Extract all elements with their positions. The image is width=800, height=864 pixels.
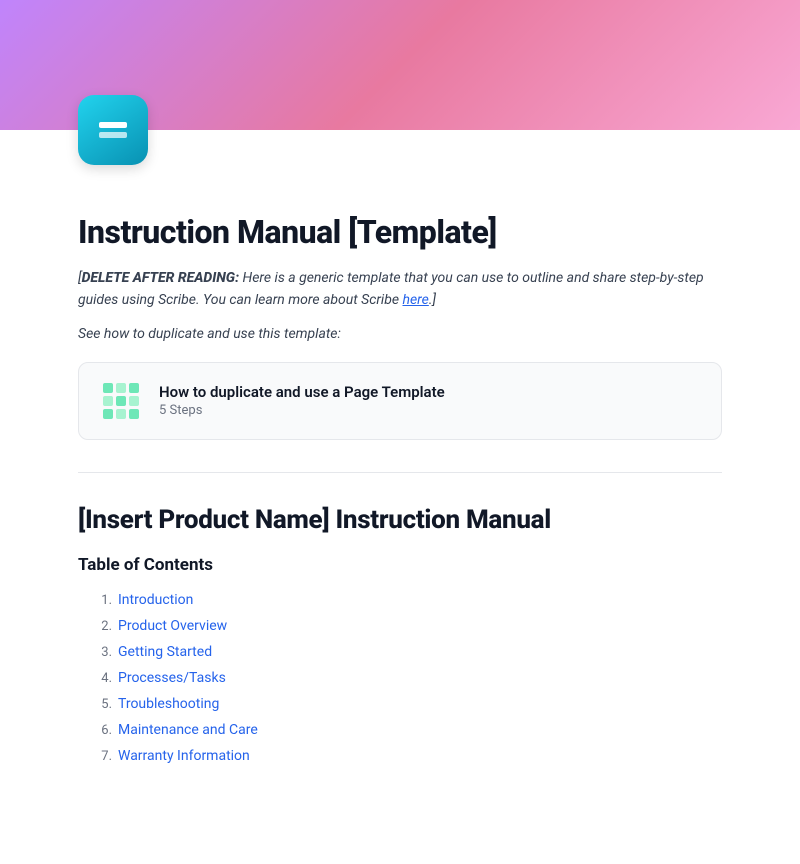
toc-list: 1. Introduction 2. Product Overview 3. Gettin…: [78, 587, 722, 769]
toc-item-link[interactable]: Processes/Tasks: [118, 670, 226, 686]
toc-item[interactable]: 4. Processes/Tasks: [78, 665, 722, 691]
toc-item-number: 3.: [94, 645, 112, 660]
toc-item-number: 1.: [94, 593, 112, 608]
toc-item[interactable]: 3. Getting Started: [78, 639, 722, 665]
template-card-icon: [99, 379, 143, 423]
delete-label: DELETE AFTER READING:: [82, 270, 239, 286]
app-icon: [78, 95, 148, 165]
toc-item-number: 6.: [94, 723, 112, 738]
see-how-text: See how to duplicate and use this templa…: [78, 326, 722, 342]
toc-item-link[interactable]: Maintenance and Care: [118, 722, 258, 738]
template-card[interactable]: How to duplicate and use a Page Template…: [78, 362, 722, 440]
toc-item-link[interactable]: Getting Started: [118, 644, 212, 660]
manual-section-title: [Insert Product Name] Instruction Manual: [78, 505, 722, 535]
toc-item-number: 2.: [94, 619, 112, 634]
template-card-title: How to duplicate and use a Page Template: [159, 383, 445, 401]
toc-item-number: 4.: [94, 671, 112, 686]
toc-item-link[interactable]: Warranty Information: [118, 748, 250, 764]
toc-item[interactable]: 7. Warranty Information: [78, 743, 722, 769]
delete-notice: [DELETE AFTER READING: Here is a generic…: [78, 267, 722, 312]
toc-heading: Table of Contents: [78, 555, 722, 575]
template-card-info: How to duplicate and use a Page Template…: [159, 383, 445, 418]
scribe-link[interactable]: here: [402, 292, 428, 308]
toc-item[interactable]: 5. Troubleshooting: [78, 691, 722, 717]
main-title: Instruction Manual [Template]: [78, 213, 722, 251]
toc-item[interactable]: 6. Maintenance and Care: [78, 717, 722, 743]
template-card-steps: 5 Steps: [159, 403, 445, 418]
section-divider: [78, 472, 722, 473]
toc-item-number: 5.: [94, 697, 112, 712]
toc-item-link[interactable]: Product Overview: [118, 618, 227, 634]
toc-item[interactable]: 2. Product Overview: [78, 613, 722, 639]
toc-item-number: 7.: [94, 749, 112, 764]
toc-item-link[interactable]: Troubleshooting: [118, 696, 219, 712]
toc-item-link[interactable]: Introduction: [118, 592, 193, 608]
toc-item[interactable]: 1. Introduction: [78, 587, 722, 613]
content-wrapper: Instruction Manual [Template] [DELETE AF…: [0, 165, 800, 809]
delete-notice-end: .]: [429, 292, 436, 308]
